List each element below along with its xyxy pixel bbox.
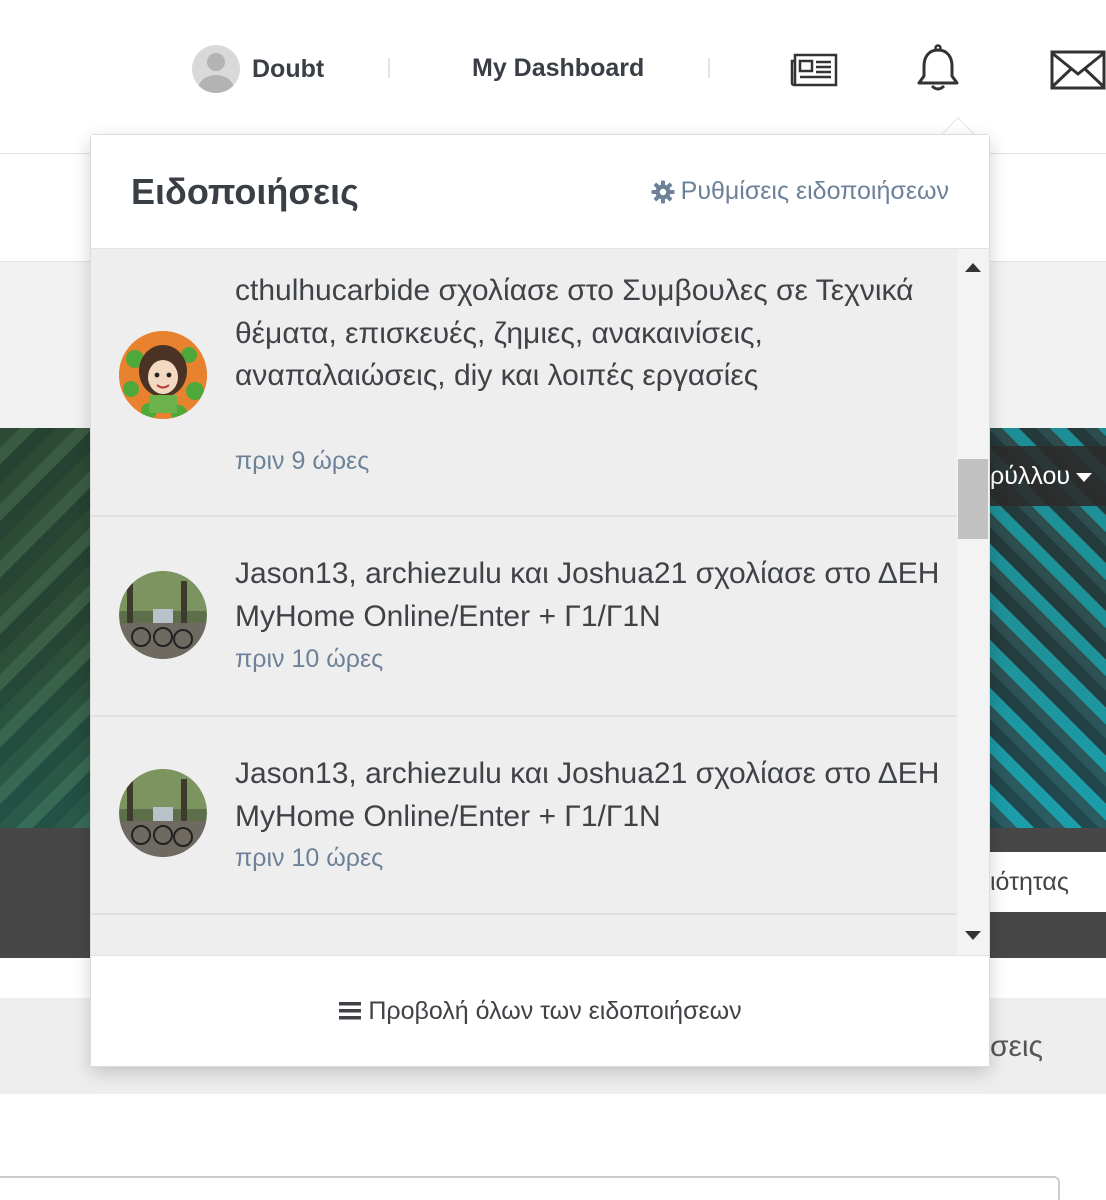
notification-item[interactable]: Jason13, archiezulu και Joshua21 σχολίασ… [91,517,957,717]
notifications-dropdown: Ειδοποιήσεις Ρυθμίσεις ειδοποιήσεων cthu… [90,134,990,1067]
notifications-header: Ειδοποιήσεις Ρυθμίσεις ειδοποιήσεων [91,135,989,249]
top-navigation: Doubt My Dashboard [0,0,1106,154]
envelope-icon[interactable] [1050,50,1106,95]
hero-dropdown-label: ρύλλου [990,462,1071,490]
privacy-tab-label: ιότητας [990,868,1069,896]
notification-settings-label: Ρυθμίσεις ειδοποιήσεων [680,177,949,205]
nav-separator [388,58,390,78]
scroll-down-arrow-icon[interactable] [965,931,981,940]
view-all-notifications-link[interactable]: Προβολή όλων των ειδοποιήσεων [338,996,742,1026]
scrollbar-thumb[interactable] [958,459,988,539]
scroll-up-arrow-icon[interactable] [965,263,981,272]
bottom-text-input[interactable] [0,1176,1060,1200]
hero-dropdown-button[interactable]: ρύλλου [990,462,1093,491]
view-all-notifications-label: Προβολή όλων των ειδοποιήσεων [368,996,742,1025]
notification-avatar [119,769,207,857]
user-menu-link[interactable]: Doubt [192,45,324,93]
my-dashboard-link[interactable]: My Dashboard [472,54,644,83]
notification-avatar [119,571,207,659]
notifications-footer: Προβολή όλων των ειδοποιήσεων [91,955,989,1066]
user-avatar [192,45,240,93]
newspaper-icon[interactable] [790,53,838,92]
notification-time: πριν 9 ώρες [235,447,370,475]
gear-icon [651,180,675,203]
gray-band-label: σεις [990,1030,1044,1063]
notification-item[interactable]: Jason13, archiezulu και Joshua21 σχολίασ… [91,717,957,915]
notification-time: πριν 10 ώρες [235,645,384,673]
notifications-title: Ειδοποιήσεις [131,171,359,212]
notifications-scrollbar[interactable] [957,249,989,955]
notification-avatar [119,331,207,419]
notification-text: cthulhucarbide σχολίασε στο Συμβουλες σε… [235,274,914,392]
list-icon [339,1002,362,1020]
notifications-list[interactable]: cthulhucarbide σχολίασε στο Συμβουλες σε… [91,249,989,955]
notification-settings-link[interactable]: Ρυθμίσεις ειδοποιήσεων [651,177,949,206]
nav-separator [708,58,710,78]
notification-text: Jason13, archiezulu και Joshua21 σχολίασ… [235,557,940,633]
user-name: Doubt [252,54,325,83]
privacy-tab[interactable]: ιότητας [990,852,1106,912]
notification-item[interactable]: cthulhucarbide σχολίασε στο Συμβουλες σε… [91,249,957,517]
caret-down-icon [1076,472,1093,482]
notification-time: πριν 10 ώρες [235,844,384,872]
dropdown-pointer [942,118,974,135]
notification-text: Jason13, archiezulu και Joshua21 σχολίασ… [235,757,940,833]
bell-icon[interactable] [916,44,960,97]
